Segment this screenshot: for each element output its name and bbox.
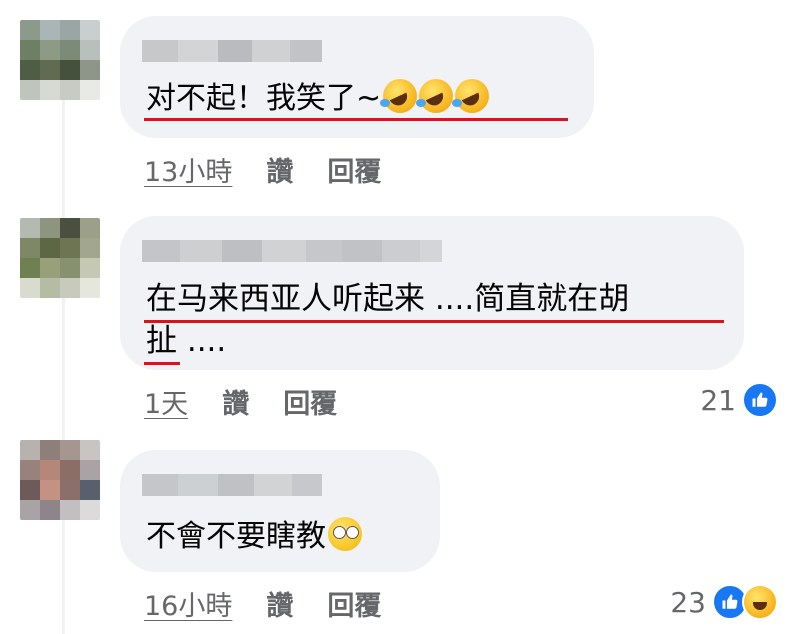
- red-underline: [144, 362, 180, 365]
- reaction-count: 21: [700, 383, 736, 417]
- comment-text-line-2: 扯 ....: [146, 323, 227, 359]
- rolling-laugh-emoji-icon: [416, 79, 454, 113]
- avatar[interactable]: [20, 440, 100, 520]
- like-button[interactable]: 讚: [266, 584, 293, 623]
- author-name-blurred[interactable]: [142, 474, 322, 496]
- author-name-blurred[interactable]: [142, 240, 442, 262]
- avatar[interactable]: [20, 218, 100, 298]
- avatar[interactable]: [20, 20, 100, 100]
- timestamp-link[interactable]: 16小時: [144, 584, 232, 623]
- comment-actions: 1天 讚 回覆: [144, 382, 337, 421]
- red-underline: [144, 118, 568, 121]
- haha-reaction-icon: [742, 584, 778, 620]
- like-button[interactable]: 讚: [266, 150, 293, 189]
- reaction-summary[interactable]: 23: [670, 584, 778, 620]
- timestamp-link[interactable]: 1天: [144, 382, 188, 421]
- comment-text: 对不起！我笑了~: [146, 74, 490, 124]
- rolling-laugh-emoji-icon: [380, 79, 418, 113]
- reply-button[interactable]: 回覆: [327, 150, 381, 189]
- comment-actions: 13小時 讚 回覆: [144, 150, 381, 189]
- comment-bubble: 不會不要瞎教: [120, 450, 440, 572]
- reaction-count: 23: [670, 585, 706, 619]
- reaction-summary[interactable]: 21: [700, 382, 778, 418]
- reply-button[interactable]: 回覆: [327, 584, 381, 623]
- like-button[interactable]: 讚: [222, 382, 249, 421]
- reply-button[interactable]: 回覆: [283, 382, 337, 421]
- red-underline: [144, 320, 724, 323]
- rolling-laugh-emoji-icon: [452, 79, 490, 113]
- thread-line: [62, 100, 65, 634]
- author-name-blurred[interactable]: [142, 40, 322, 62]
- comment-text: 不會不要瞎教: [146, 512, 362, 562]
- rolling-eyes-emoji-icon: [328, 517, 362, 551]
- comment-actions: 16小時 讚 回覆: [144, 584, 381, 623]
- comment-bubble: 在马来西亚人听起来 ....简直就在胡 扯 ....: [120, 216, 744, 370]
- timestamp-link[interactable]: 13小時: [144, 150, 232, 189]
- comment-bubble: 对不起！我笑了~: [120, 16, 594, 138]
- like-reaction-icon: [742, 382, 778, 418]
